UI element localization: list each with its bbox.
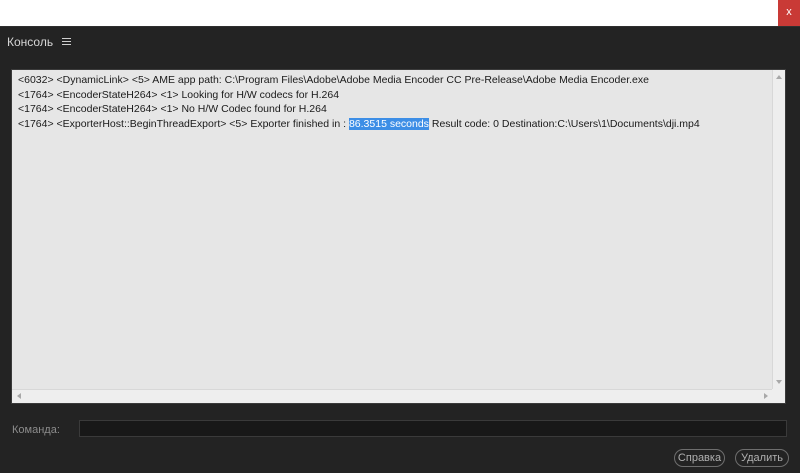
console-line: <1764> <ExporterHost::BeginThreadExport>… [18, 117, 767, 132]
console-output[interactable]: <6032> <DynamicLink> <5> AME app path: C… [11, 69, 786, 404]
horizontal-scrollbar[interactable] [12, 389, 773, 403]
menu-icon[interactable] [62, 38, 72, 45]
console-line: <6032> <DynamicLink> <5> AME app path: C… [18, 74, 649, 86]
console-line-prefix: <1764> <ExporterHost::BeginThreadExport>… [18, 117, 349, 130]
scroll-up-icon[interactable] [776, 75, 782, 79]
console-line: <1764> <EncoderStateH264> <1> No H/W Cod… [18, 103, 327, 115]
selected-text: 86.3515 seconds [348, 117, 429, 130]
command-input[interactable] [79, 420, 787, 437]
help-button[interactable]: Справка [674, 449, 725, 467]
panel-header: Консоль [0, 26, 800, 56]
scrollbar-corner [772, 389, 785, 403]
console-line: <1764> <EncoderStateH264> <1> Looking fo… [18, 88, 340, 101]
panel-title: Консоль [7, 34, 54, 49]
scroll-right-icon[interactable] [764, 393, 768, 399]
console-text[interactable]: <6032> <DynamicLink> <5> AME app path: C… [12, 70, 773, 389]
tab-console[interactable]: Консоль [0, 27, 79, 56]
command-label: Команда: [12, 424, 60, 436]
delete-button[interactable]: Удалить [735, 449, 789, 467]
scroll-left-icon[interactable] [17, 393, 21, 399]
window-titlebar: x [0, 0, 800, 26]
vertical-scrollbar[interactable] [772, 70, 785, 389]
scroll-down-icon[interactable] [776, 380, 782, 384]
console-line-suffix: Result code: 0 Destination:C:\Users\1\Do… [428, 117, 700, 130]
close-button[interactable]: x [778, 0, 800, 26]
